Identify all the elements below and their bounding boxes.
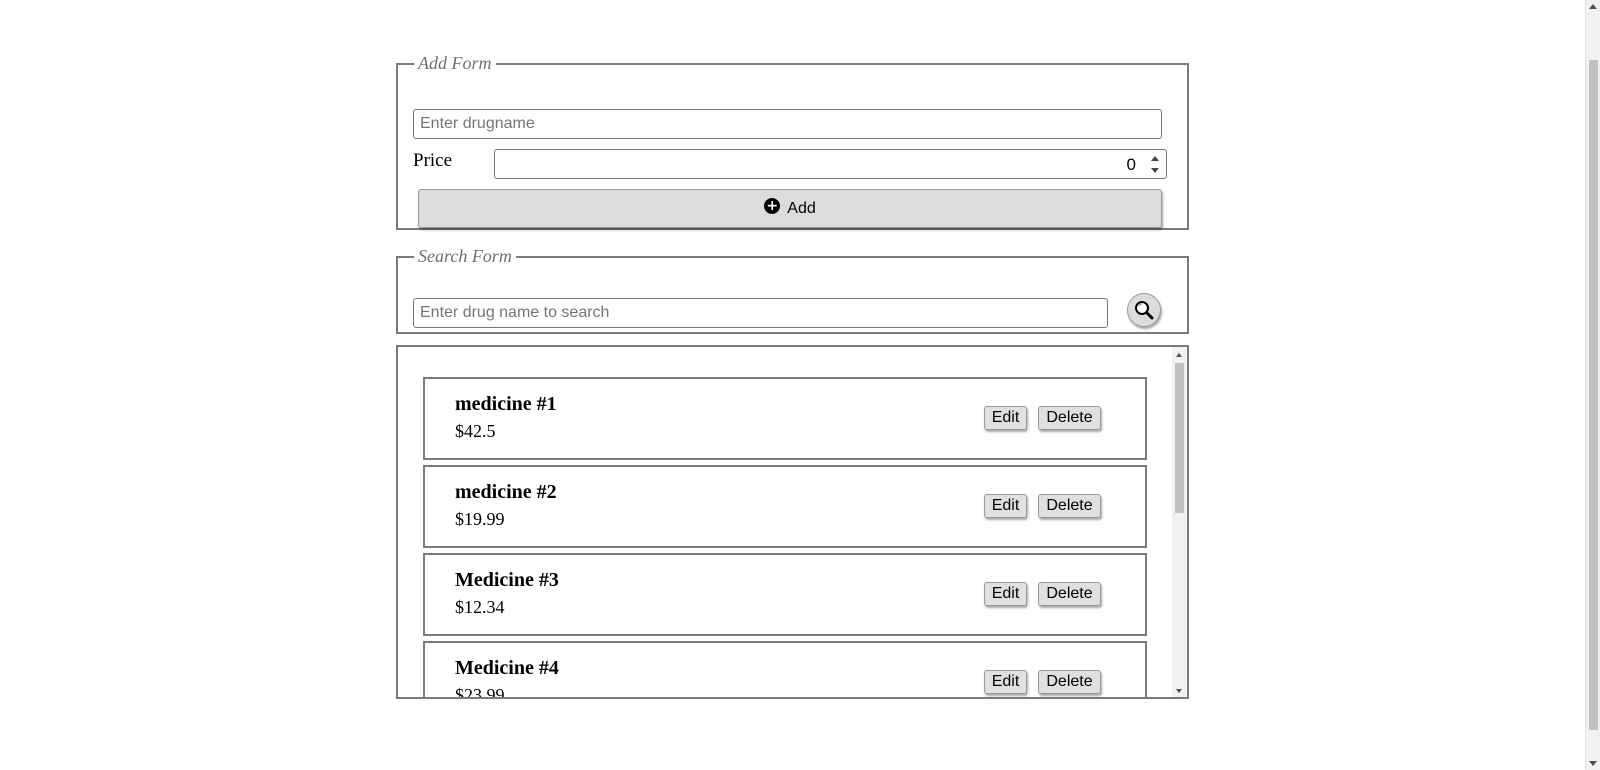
- drugname-input[interactable]: [413, 109, 1162, 139]
- medicine-card: Medicine #3 $12.34 Edit Delete: [423, 553, 1147, 636]
- search-form: Search Form: [396, 246, 1189, 334]
- list-scrollbar[interactable]: [1172, 347, 1187, 697]
- medicine-name: medicine #2: [455, 481, 557, 503]
- medicine-card: Medicine #4 $23.99 Edit Delete: [423, 641, 1147, 699]
- page-scrollbar-thumb[interactable]: [1589, 60, 1598, 730]
- spinner-down-icon[interactable]: [1151, 168, 1159, 173]
- medicine-card: medicine #1 $42.5 Edit Delete: [423, 377, 1147, 460]
- add-button-label: Add: [787, 199, 816, 217]
- edit-button[interactable]: Edit: [984, 406, 1027, 430]
- price-spinner[interactable]: [1150, 156, 1160, 174]
- medicine-card: medicine #2 $19.99 Edit Delete: [423, 465, 1147, 548]
- list-scrollbar-thumb[interactable]: [1175, 363, 1184, 513]
- edit-button[interactable]: Edit: [984, 670, 1027, 694]
- add-form: Add Form Price 0 + Add: [396, 53, 1189, 230]
- search-button[interactable]: [1127, 293, 1161, 327]
- page-scroll-down-icon[interactable]: [1589, 761, 1597, 766]
- medicine-name: Medicine #4: [455, 657, 559, 679]
- search-input[interactable]: [413, 298, 1108, 328]
- add-form-legend: Add Form: [418, 53, 492, 73]
- delete-button[interactable]: Delete: [1038, 670, 1101, 694]
- page-scrollbar[interactable]: [1585, 0, 1600, 770]
- delete-button[interactable]: Delete: [1038, 494, 1101, 518]
- spinner-up-icon[interactable]: [1151, 156, 1159, 161]
- scroll-down-icon[interactable]: [1176, 689, 1182, 693]
- medicine-name: medicine #1: [455, 393, 557, 415]
- page-scroll-up-icon[interactable]: [1589, 4, 1597, 9]
- price-label: Price: [413, 150, 453, 171]
- price-value: 0: [1126, 155, 1136, 174]
- plus-circle-icon: +: [764, 197, 781, 214]
- delete-button[interactable]: Delete: [1038, 582, 1101, 606]
- search-form-legend: Search Form: [418, 246, 512, 266]
- medicine-price: $12.34: [455, 597, 505, 617]
- scroll-up-icon[interactable]: [1176, 353, 1182, 357]
- medicine-price: $42.5: [455, 421, 496, 441]
- medicine-price: $19.99: [455, 509, 505, 529]
- magnifier-icon: [1135, 301, 1154, 320]
- price-input[interactable]: 0: [494, 149, 1167, 179]
- edit-button[interactable]: Edit: [984, 582, 1027, 606]
- delete-button[interactable]: Delete: [1038, 406, 1101, 430]
- medicine-name: Medicine #3: [455, 569, 559, 591]
- edit-button[interactable]: Edit: [984, 494, 1027, 518]
- medicine-price: $23.99: [455, 685, 505, 699]
- add-button[interactable]: + Add: [418, 189, 1162, 228]
- medicine-list[interactable]: medicine #1 $42.5 Edit Delete medicine #…: [396, 345, 1189, 699]
